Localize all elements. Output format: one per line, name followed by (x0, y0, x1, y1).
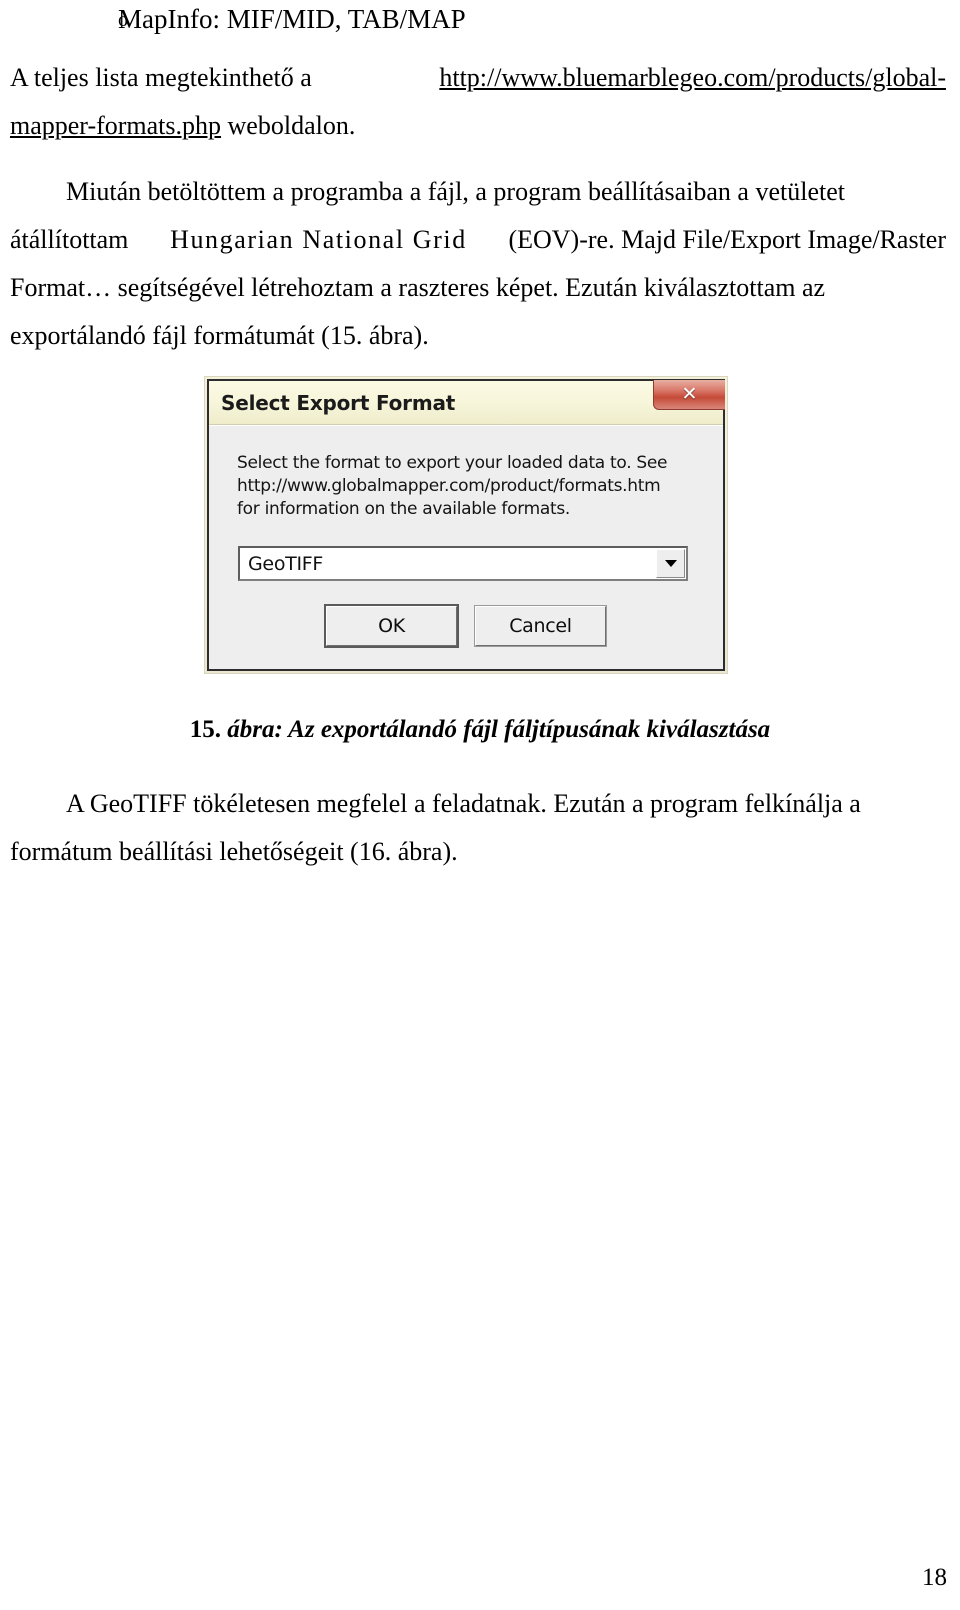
dialog-description: Select the format to export your loaded … (237, 452, 685, 521)
figure-caption-number: 15. (189, 716, 228, 743)
paragraph-workflow-line-4: exportálandó fájl formátumát (15. ábra). (10, 312, 946, 360)
paragraph-geotiff-line-1: A GeoTIFF tökéletesen megfelel a feladat… (10, 780, 946, 828)
paragraph-workflow-line-3: Format… segítségével létrehoztam a raszt… (10, 264, 946, 312)
chevron-down-icon[interactable] (656, 549, 685, 578)
bullet-list-item: oMapInfo: MIF/MID, TAB/MAP (10, 2, 945, 37)
figure-15-screenshot: Select Export Format ✕ Select the format… (204, 376, 728, 674)
para1-text-a: A teljes lista megtekinthető a (10, 63, 312, 92)
bullet-item-label: MapInfo: MIF/MID, TAB/MAP (118, 4, 466, 34)
para2-line3: Format… segítségével létrehoztam a raszt… (10, 273, 826, 302)
projection-name: Hungarian National Grid (170, 225, 467, 254)
para2-line2-b: (EOV)-re. Majd File/Export Image/Raster (508, 225, 946, 254)
para2-line2-a: átállítottam (10, 225, 129, 254)
close-icon: ✕ (681, 383, 698, 405)
dialog-button-row: OK Cancel (209, 604, 723, 648)
paragraph-workflow-line-1: Miután betöltöttem a programba a fájl, a… (10, 168, 946, 216)
paragraph-url: A teljes lista megtekinthető a http://ww… (10, 54, 946, 150)
paragraph-workflow: Miután betöltöttem a programba a fájl, a… (10, 168, 946, 360)
external-link-part1[interactable]: http://www.bluemarblegeo.com/products/gl… (439, 54, 946, 102)
dialog-title: Select Export Format (221, 390, 456, 415)
paragraph-geotiff: A GeoTIFF tökéletesen megfelel a feladat… (10, 780, 946, 876)
figure-caption: 15. ábra: Az exportálandó fájl fáljtípus… (0, 716, 960, 744)
paragraph-geotiff-line-2: formátum beállítási lehetőségeit (16. áb… (10, 828, 946, 876)
para3-line2: formátum beállítási lehetőségeit (16. áb… (10, 837, 458, 866)
select-export-format-dialog: Select Export Format ✕ Select the format… (207, 379, 725, 671)
paragraph-url-line-1: A teljes lista megtekinthető a http://ww… (10, 54, 946, 102)
para3-line1: A GeoTIFF tökéletesen megfelel a feladat… (66, 789, 861, 818)
cancel-button[interactable]: Cancel (474, 605, 607, 647)
dialog-titlebar: Select Export Format ✕ (209, 380, 725, 425)
external-link-part2[interactable]: mapper-formats.php (10, 111, 221, 140)
para2-line1: Miután betöltöttem a programba a fájl, a… (66, 177, 845, 206)
page-number: 18 (922, 1564, 947, 1591)
paragraph-workflow-line-2: átállítottam Hungarian National Grid (EO… (10, 216, 946, 264)
chevron-down-glyph (664, 560, 677, 567)
paragraph-url-line-2: mapper-formats.php weboldalon. (10, 102, 946, 150)
dialog-description-line-3: for information on the available formats… (237, 499, 570, 519)
close-button[interactable]: ✕ (653, 380, 725, 410)
document-page: oMapInfo: MIF/MID, TAB/MAP A teljes list… (0, 0, 960, 1610)
figure-caption-text: ábra: Az exportálandó fájl fáljtípusának… (227, 716, 771, 743)
para2-line4: exportálandó fájl formátumát (15. ábra). (10, 321, 429, 350)
bullet-marker: o (118, 9, 128, 31)
ok-button[interactable]: OK (324, 604, 459, 648)
dialog-description-line-1: Select the format to export your loaded … (237, 453, 668, 473)
export-format-selected-value: GeoTIFF (248, 552, 324, 575)
dialog-body: Select the format to export your loaded … (209, 425, 723, 669)
para1-text-b: weboldalon. (221, 111, 356, 140)
dialog-description-line-2: http://www.globalmapper.com/product/form… (237, 476, 661, 496)
export-format-dropdown[interactable]: GeoTIFF (238, 546, 688, 581)
